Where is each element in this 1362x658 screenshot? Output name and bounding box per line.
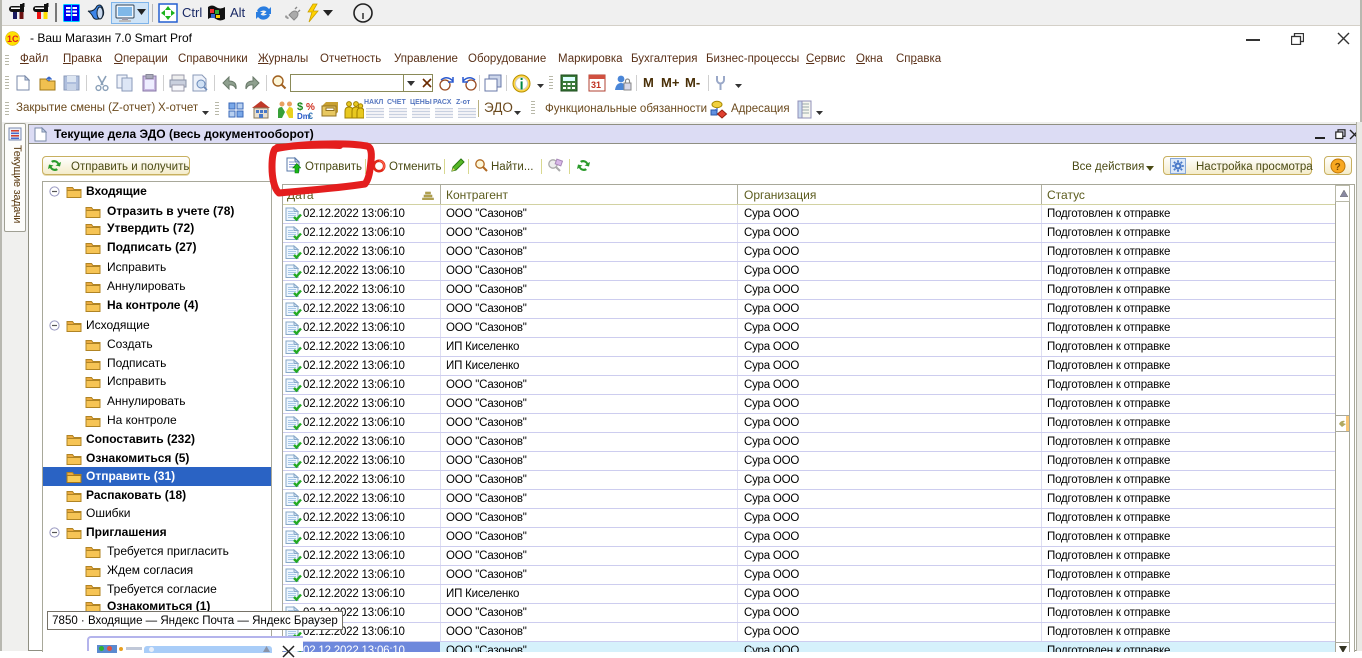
- svg-text:1С: 1С: [7, 34, 19, 44]
- svg-text:31: 31: [591, 80, 601, 90]
- svg-text:?: ?: [1335, 162, 1341, 173]
- svg-text:€: €: [308, 111, 313, 119]
